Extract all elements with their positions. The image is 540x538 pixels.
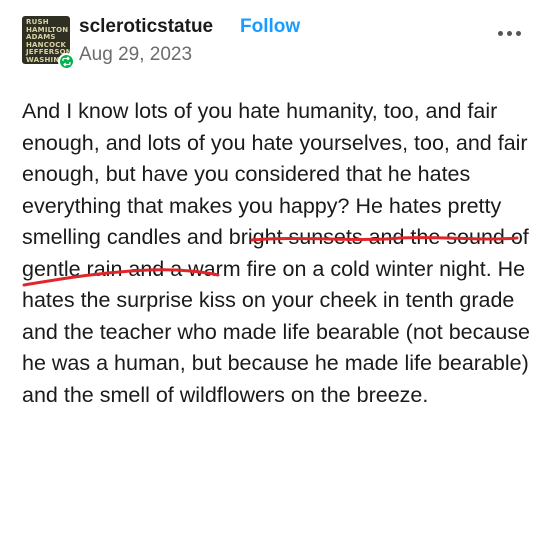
post-date[interactable]: Aug 29, 2023 bbox=[79, 44, 192, 66]
text-part-2: ? He hates pretty smelling candles and b… bbox=[22, 193, 530, 407]
post-paragraph: And I know lots of you hate humanity, to… bbox=[22, 96, 532, 411]
more-options-icon[interactable] bbox=[498, 30, 522, 38]
post-header: RUSH HAMILTON ADAMS HANCOCK JEFFERSON WA… bbox=[22, 10, 524, 70]
post-text: And I know lots of you hate humanity, to… bbox=[22, 96, 532, 411]
username-link[interactable]: scleroticstatue bbox=[79, 16, 213, 38]
follow-button[interactable]: Follow bbox=[240, 16, 300, 38]
reblog-badge bbox=[58, 53, 75, 70]
reblog-icon bbox=[62, 56, 71, 67]
